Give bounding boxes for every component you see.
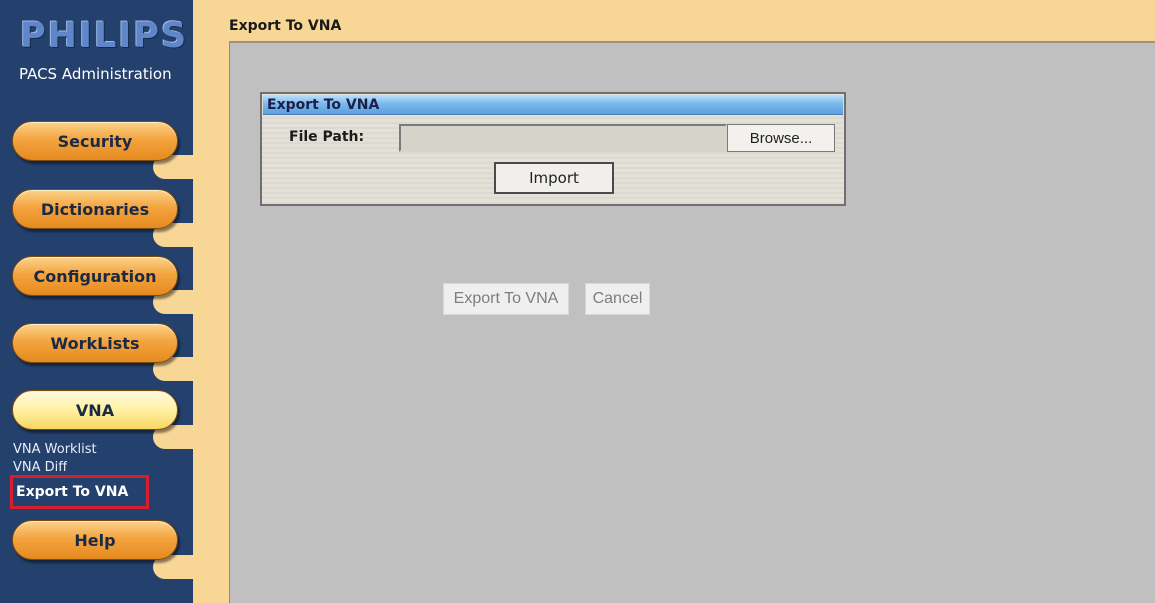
nav-vna-button[interactable]: VNA xyxy=(12,390,178,430)
app-window: PHILIPS PACS Administration Security Dic… xyxy=(0,0,1155,603)
panel-title: Export To VNA xyxy=(263,95,843,115)
cancel-button[interactable]: Cancel xyxy=(585,283,650,315)
sidebar-item-export-to-vna[interactable]: Export To VNA xyxy=(10,475,149,509)
sidebar-item-label: Export To VNA xyxy=(16,484,129,500)
export-to-vna-button[interactable]: Export To VNA xyxy=(443,283,569,315)
app-subtitle: PACS Administration xyxy=(19,65,172,83)
browse-button[interactable]: Browse... xyxy=(727,124,835,152)
sidebar-item-vna-worklist[interactable]: VNA Worklist xyxy=(13,442,97,457)
page-title: Export To VNA xyxy=(229,18,342,34)
nav-help-button[interactable]: Help xyxy=(12,520,178,560)
nav-worklists-button[interactable]: WorkLists xyxy=(12,323,178,363)
import-button[interactable]: Import xyxy=(494,162,614,194)
sidebar: PHILIPS PACS Administration Security Dic… xyxy=(0,0,193,603)
nav-security-button[interactable]: Security xyxy=(12,121,178,161)
sidebar-item-vna-diff[interactable]: VNA Diff xyxy=(13,460,67,472)
nav-dictionaries-button[interactable]: Dictionaries xyxy=(12,189,178,229)
nav-configuration-button[interactable]: Configuration xyxy=(12,256,178,296)
file-path-input[interactable] xyxy=(399,124,727,152)
main-content: Export To VNA File Path: Browse... Impor… xyxy=(229,43,1155,603)
philips-logo: PHILIPS xyxy=(20,16,189,56)
import-panel: Export To VNA File Path: Browse... Impor… xyxy=(260,92,846,206)
file-path-label: File Path: xyxy=(289,129,365,145)
